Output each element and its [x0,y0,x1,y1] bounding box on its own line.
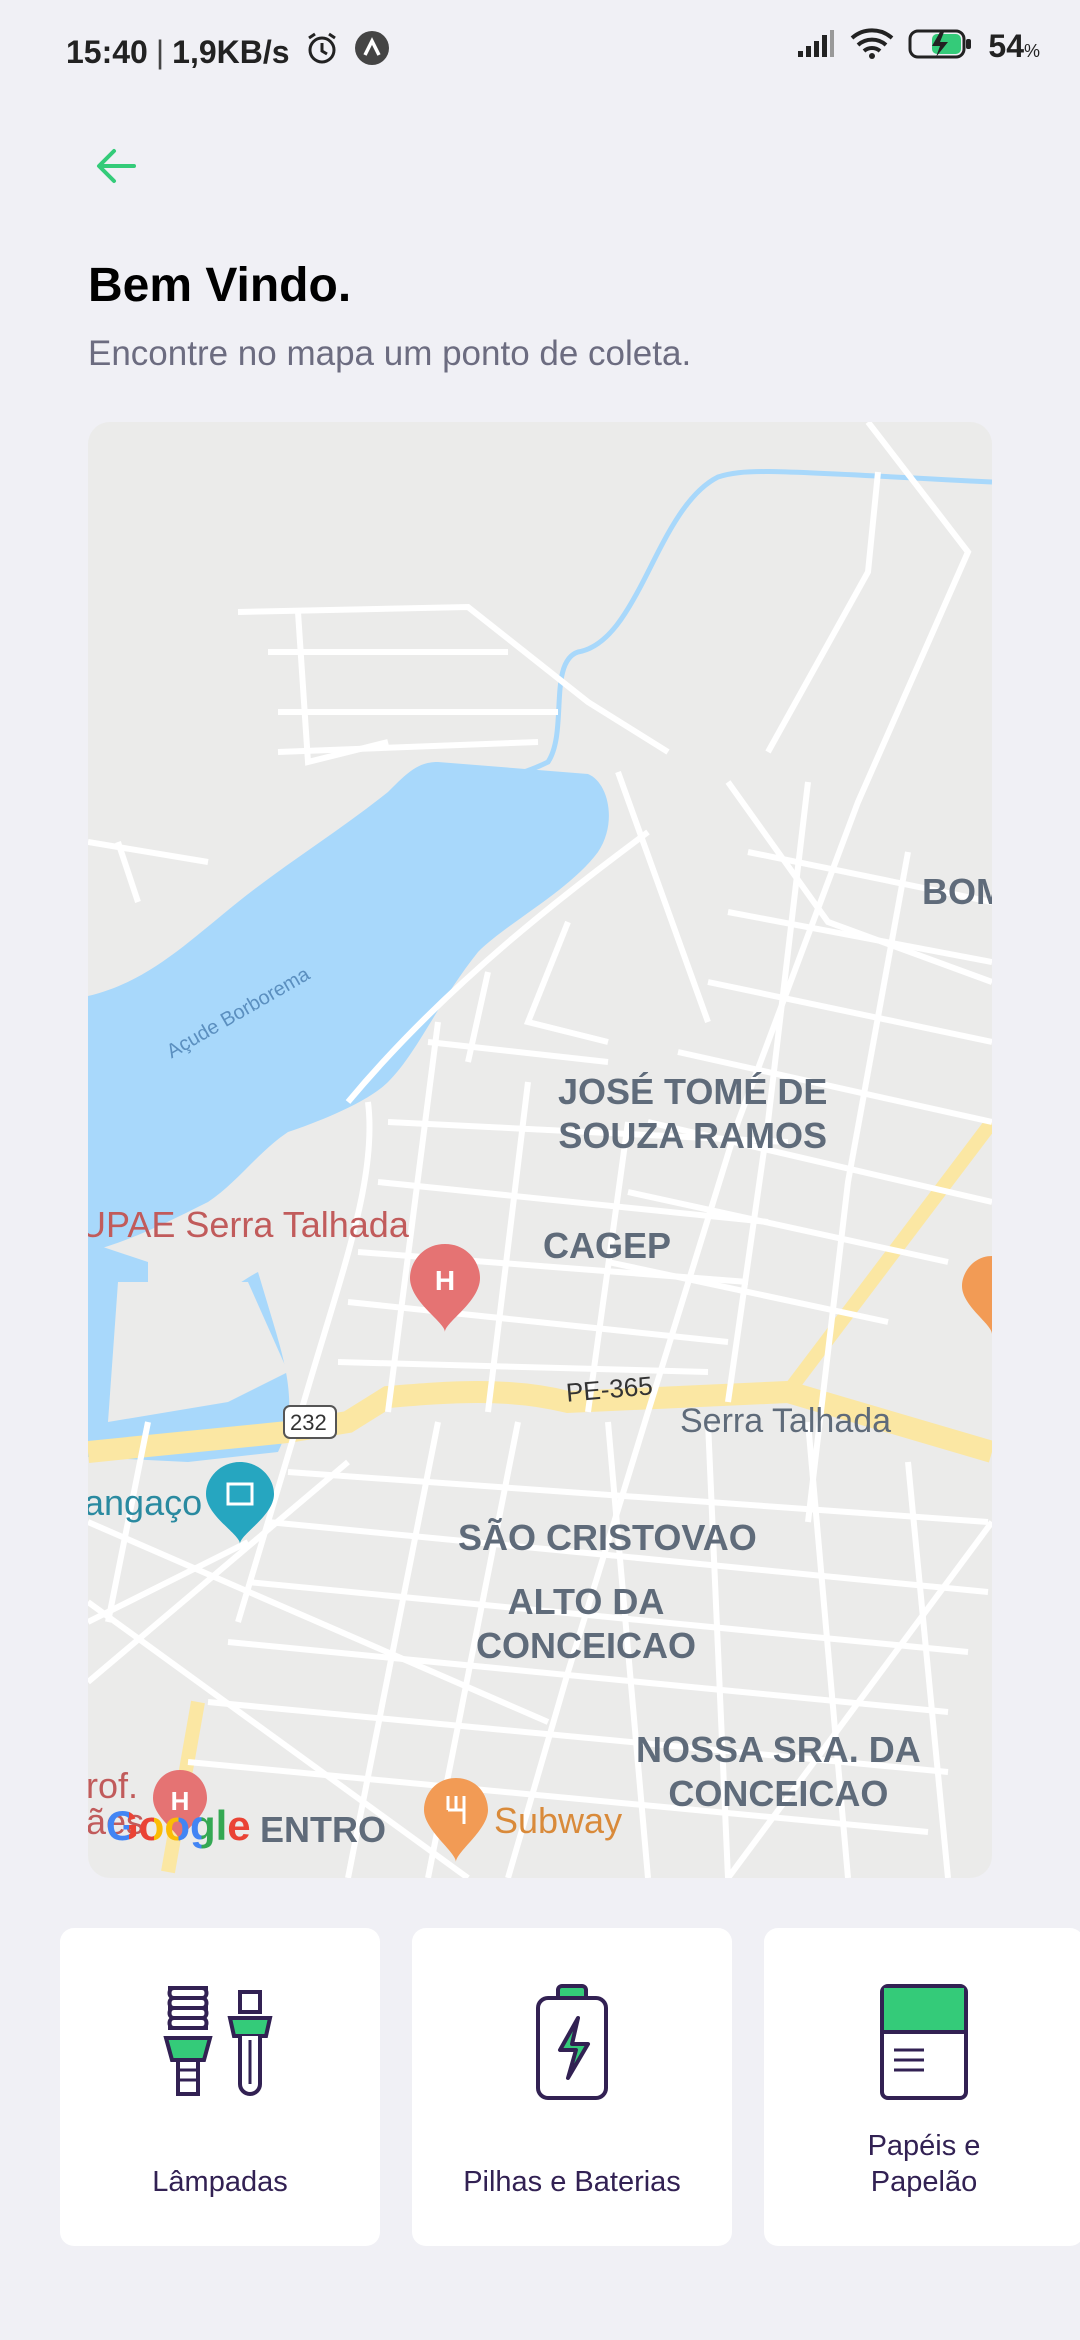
svg-text:H: H [435,1265,455,1296]
status-right: 54% [796,28,1040,65]
status-bar: 15:40 | 1,9KB/s 54% [0,0,1080,100]
battery-icon [908,28,974,65]
district-label-line: CONCEICAO [668,1773,889,1814]
signal-icon [796,29,836,64]
district-label-jose-tome: JOSÉ TOMÉ DE SOUZA RAMOS [558,1070,827,1158]
district-label-line: ALTO DA [507,1581,665,1622]
district-label-sao-cristovao: SÃO CRISTOVAO [458,1517,757,1558]
item-label: Pilhas e Baterias [463,2166,681,2198]
item-pilhas-baterias[interactable]: Pilhas e Baterias [412,1928,732,2246]
alarm-icon [304,30,340,74]
back-button[interactable] [90,138,146,194]
prof-label-line: rof. [88,1765,139,1806]
map-view[interactable]: H H Açude Borborema JOSÉ TOMÉ DE SOUZA R… [88,422,992,1878]
district-label-centro: ENTRO [260,1809,386,1850]
district-label-alto-da-conceicao: ALTO DA CONCEICAO [476,1580,696,1668]
app-notification-icon [354,30,390,74]
battery-percent: 54 [988,28,1024,64]
district-label-cagep: CAGEP [543,1225,672,1266]
district-label-bom: BOM [922,871,992,912]
restaurant-marker[interactable] [962,1256,992,1334]
item-label: Lâmpadas [152,2166,288,2198]
status-left: 15:40 | 1,9KB/s [66,30,390,74]
wifi-icon [850,28,894,65]
district-label-line: CONCEICAO [476,1625,697,1666]
road-label-232: 232 [290,1410,327,1435]
item-label: Papéis e Papelão [867,2130,981,2198]
battery-icon [532,1984,612,2105]
upae-label: UPAE Serra Talhada [88,1204,409,1245]
page-title: Bem Vindo. [88,259,352,312]
network-speed: 1,9KB/s [172,33,290,70]
lamps-icon [160,1984,280,2105]
item-lampadas[interactable]: Lâmpadas [60,1928,380,2246]
hospital-marker[interactable]: H [410,1244,480,1332]
google-logo-text: Google [106,1802,251,1849]
battery-level: 54% [988,28,1040,65]
district-label-line: SOUZA RAMOS [558,1115,828,1156]
district-label-line: NOSSA SRA. DA [636,1729,921,1770]
district-label-nossa-sra: NOSSA SRA. DA CONCEICAO [636,1728,921,1816]
status-separator: | [155,33,165,70]
item-list: Lâmpadas Pilhas e Baterias Papéis e Pape… [60,1928,1080,2246]
page-subtitle: Encontre no mapa um ponto de coleta. [88,334,692,373]
paper-icon [878,1984,970,2105]
status-time: 15:40 [66,33,148,70]
reservoir-water [88,762,609,1252]
item-papeis-papelao[interactable]: Papéis e Papelão [764,1928,1080,2246]
arrow-left-icon [97,149,136,183]
battery-unit: % [1023,41,1040,61]
google-logo: Google [106,1802,251,1850]
cangaco-label: angaço [88,1482,203,1523]
city-label: Serra Talhada [680,1402,892,1440]
district-label-line: JOSÉ TOMÉ DE [558,1071,828,1112]
subway-label: Subway [494,1800,623,1841]
